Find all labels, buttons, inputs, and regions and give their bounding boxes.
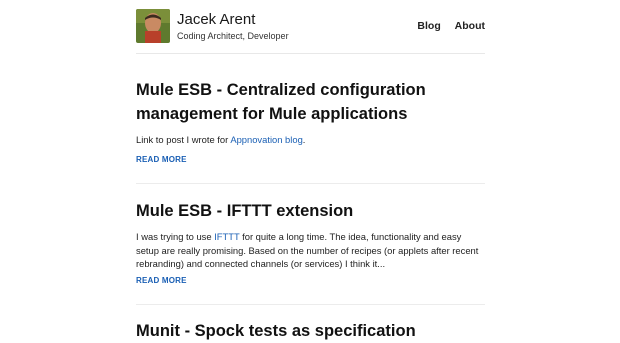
main-nav: Blog About — [406, 20, 485, 32]
post-excerpt: I was trying to use IFTTT for quite a lo… — [136, 231, 479, 269]
post-title-line[interactable]: Mule ESB - Centralized configuration — [136, 81, 426, 99]
header-divider — [136, 53, 485, 54]
post-title-line[interactable]: Mule ESB - IFTTT extension — [136, 202, 353, 220]
site-header: Jacek Arent Coding Architect, Developer … — [136, 8, 485, 54]
post-title-line[interactable]: management for Mule applications — [136, 105, 407, 123]
post-divider — [136, 304, 485, 305]
nav-item-blog[interactable]: Blog — [417, 20, 440, 32]
nav-item-about[interactable]: About — [455, 20, 485, 32]
avatar[interactable] — [136, 9, 170, 43]
read-more-link[interactable]: READ MORE — [136, 155, 187, 164]
post-excerpt: Link to post I wrote for Appnovation blo… — [136, 134, 306, 145]
read-more-link[interactable]: READ MORE — [136, 276, 187, 285]
post-title[interactable]: Mule ESB - Centralized configuration man… — [136, 78, 485, 126]
site-name[interactable]: Jacek Arent — [177, 11, 255, 28]
post-divider — [136, 183, 485, 184]
site-tagline: Coding Architect, Developer — [177, 31, 289, 41]
post-item: Munit - Spock tests as specification — [136, 319, 485, 343]
post-item: Mule ESB - Centralized configuration man… — [136, 78, 485, 164]
ifttt-link[interactable]: IFTTT — [214, 231, 239, 242]
post-title[interactable]: Munit - Spock tests as specification — [136, 319, 485, 343]
post-title[interactable]: Mule ESB - IFTTT extension — [136, 199, 485, 223]
post-item: Mule ESB - IFTTT extension I was trying … — [136, 199, 485, 285]
post-title-line[interactable]: Munit - Spock tests as specification — [136, 322, 416, 340]
appnovation-blog-link[interactable]: Appnovation blog — [230, 134, 302, 145]
